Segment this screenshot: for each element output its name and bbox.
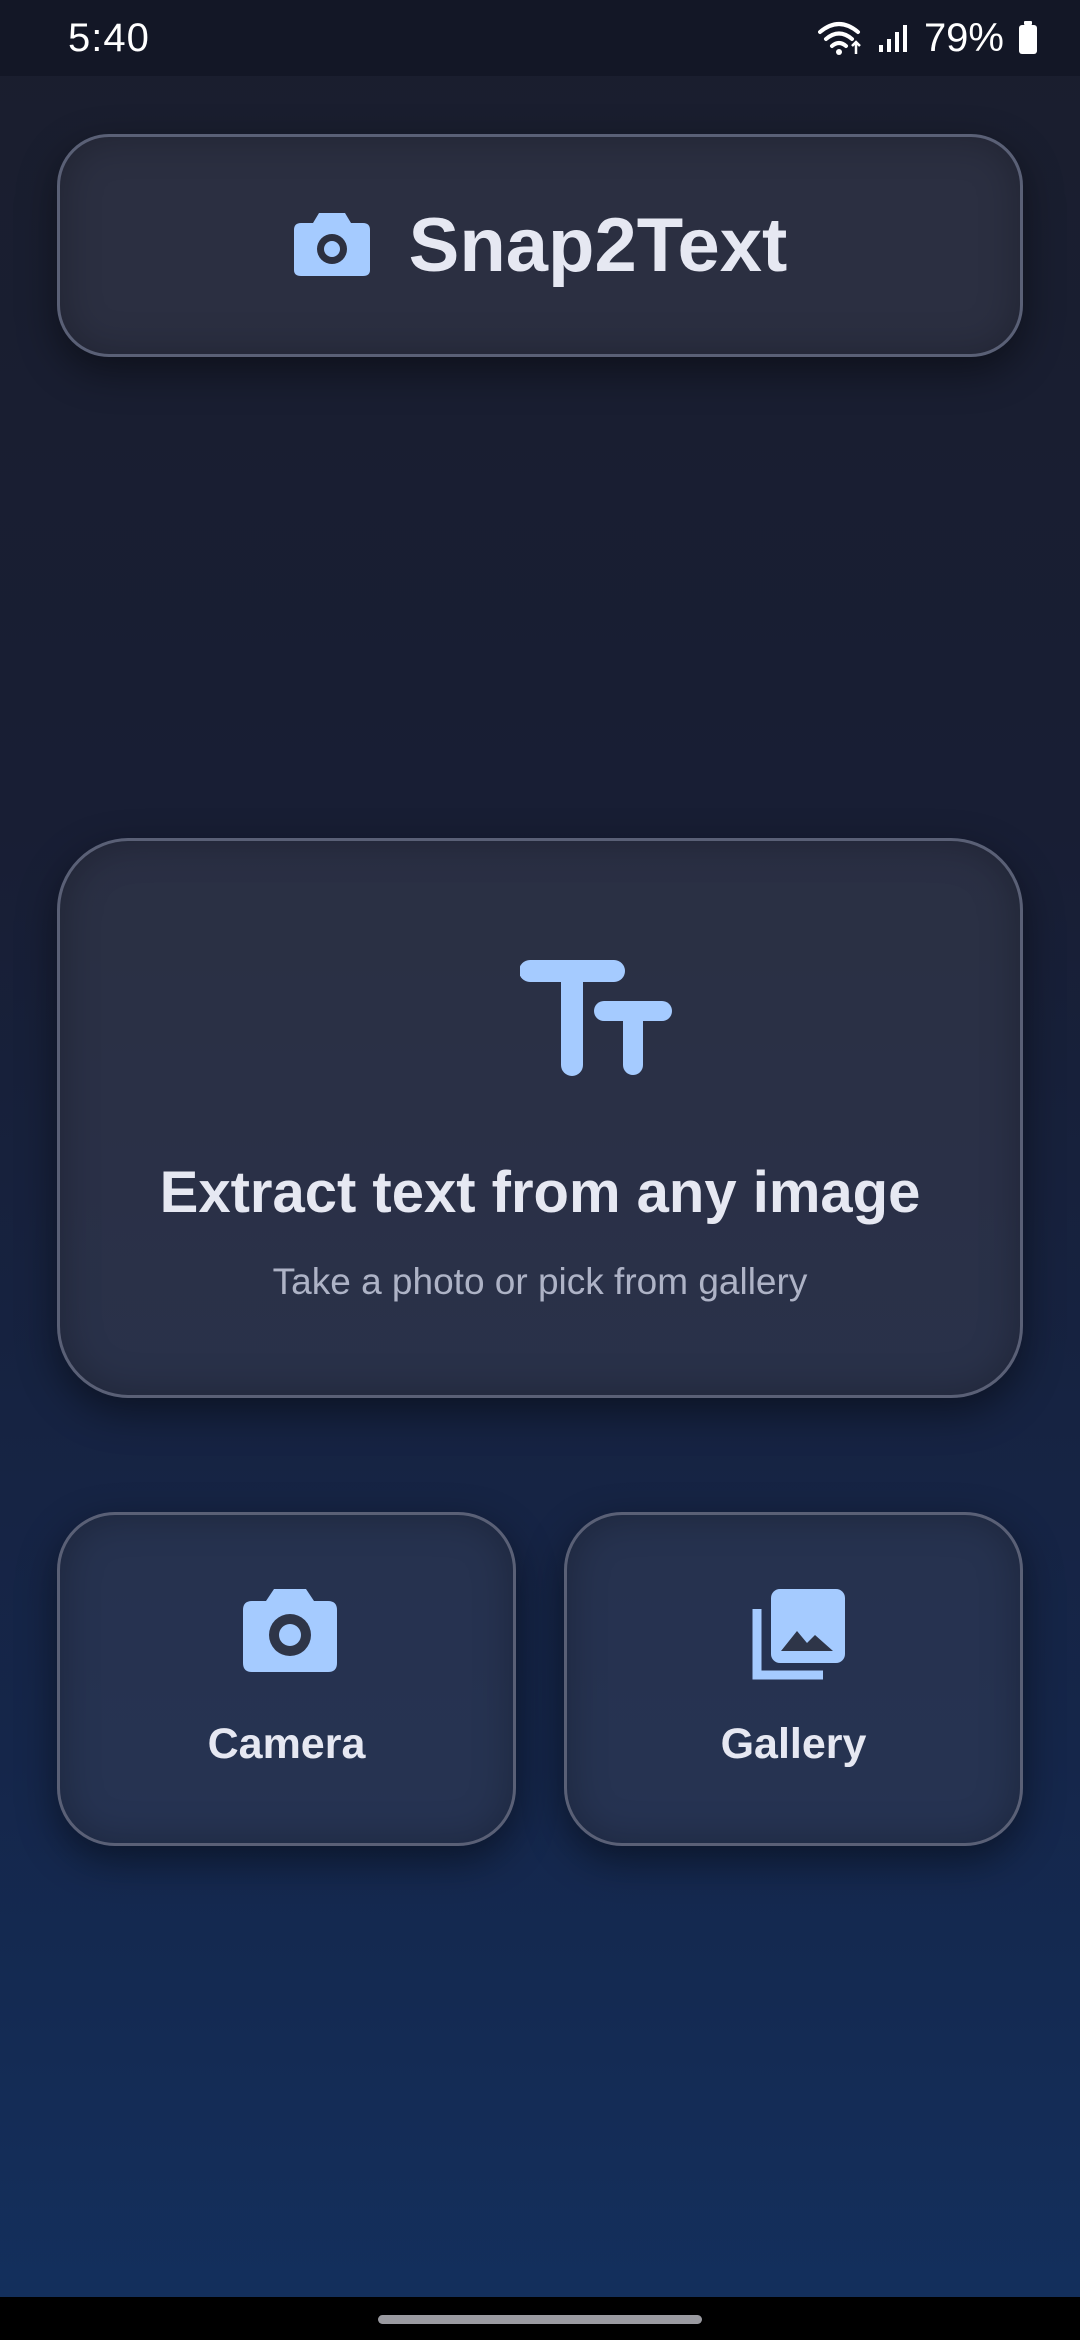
battery-icon xyxy=(1018,21,1038,55)
navigation-bar xyxy=(0,2297,1080,2340)
hero-title: Extract text from any image xyxy=(159,1160,921,1225)
app-title: Snap2Text xyxy=(408,203,788,288)
wifi-icon xyxy=(817,20,864,56)
text-size-icon xyxy=(519,959,672,1082)
camera-button[interactable]: Camera xyxy=(57,1512,516,1846)
camera-icon xyxy=(242,1587,338,1678)
home-indicator[interactable] xyxy=(378,2315,702,2324)
hero-subtitle: Take a photo or pick from gallery xyxy=(272,1261,808,1302)
gallery-button[interactable]: Gallery xyxy=(564,1512,1023,1846)
gallery-icon xyxy=(749,1587,845,1688)
app-header: Snap2Text xyxy=(57,134,1023,357)
hero-card: Extract text from any image Take a photo… xyxy=(57,838,1023,1398)
battery-percentage: 79% xyxy=(923,15,1004,60)
camera-label: Camera xyxy=(207,1720,366,1768)
status-icons: 79% xyxy=(817,15,1038,61)
camera-icon xyxy=(293,209,371,282)
gallery-label: Gallery xyxy=(720,1720,867,1768)
status-bar: 5:40 79% xyxy=(0,0,1080,76)
status-time: 5:40 xyxy=(68,15,150,60)
signal-icon xyxy=(878,23,910,53)
